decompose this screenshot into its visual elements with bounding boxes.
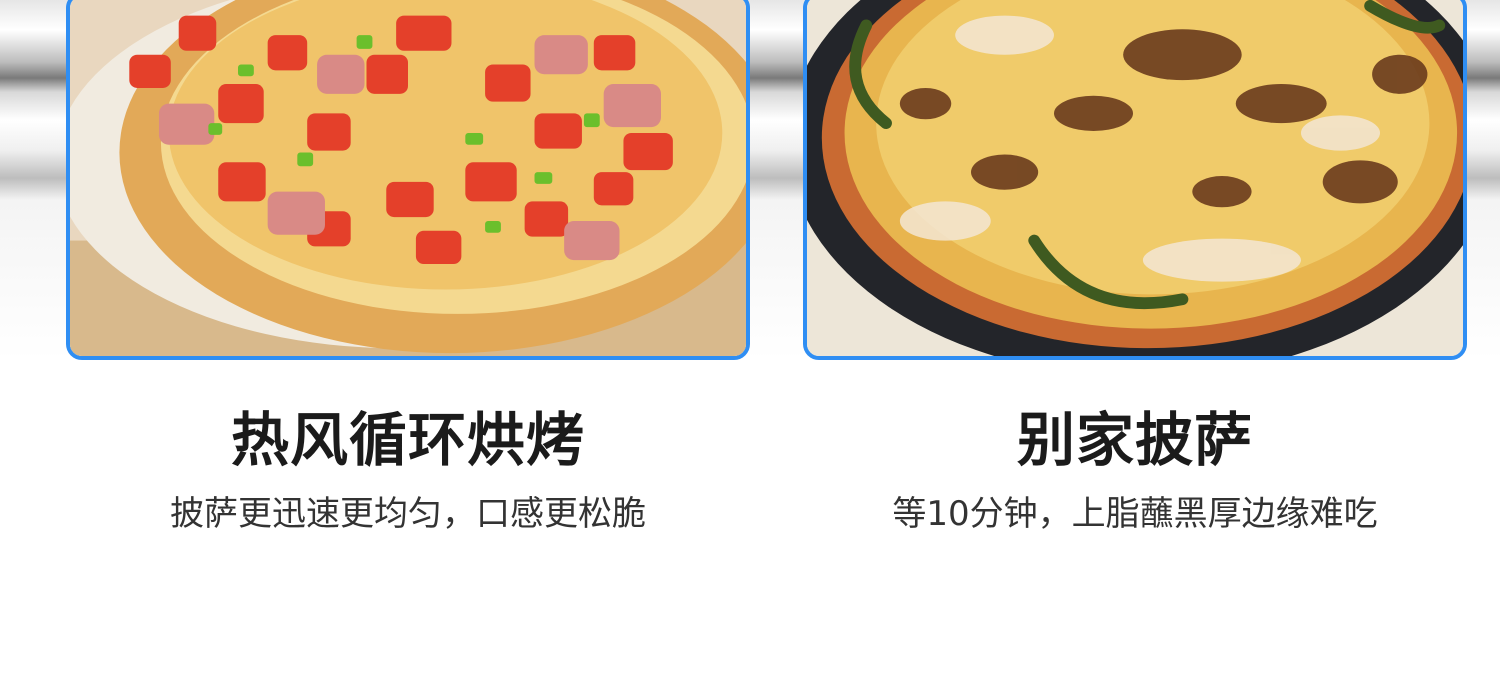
left-title: 热风循环烘烤	[230, 406, 585, 474]
pizza-photo-icon	[70, 0, 746, 356]
hot-air-pizza-image	[66, 0, 750, 360]
other-brand-pizza-image	[803, 0, 1467, 360]
burnt-pizza-photo-icon	[807, 0, 1463, 356]
right-subtitle: 等10分钟，上脂蘸黑厚边缘难吃	[892, 494, 1378, 534]
right-title: 别家披萨	[1016, 406, 1253, 474]
left-subtitle: 披萨更迅速更均匀，口感更松脆	[170, 494, 646, 534]
